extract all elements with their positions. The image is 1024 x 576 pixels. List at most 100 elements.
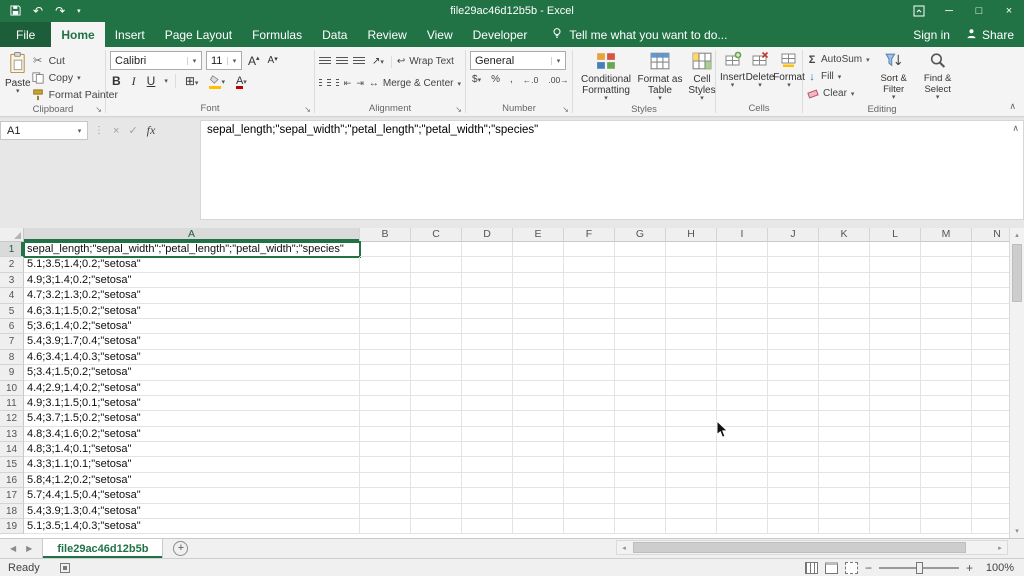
cell-A17[interactable]: 5.7;4.4;1.5;0.4;"setosa" [24, 488, 360, 503]
cell-K17[interactable] [819, 488, 870, 503]
middle-align-icon[interactable] [336, 57, 348, 66]
cell-C13[interactable] [411, 427, 462, 442]
insert-function-button[interactable]: fx [147, 123, 156, 138]
number-format-select[interactable]: General ▾ [470, 51, 566, 70]
cell-B12[interactable] [360, 411, 411, 426]
cell-M10[interactable] [921, 381, 972, 396]
bold-button[interactable]: B [110, 74, 123, 88]
wrap-text-button[interactable]: ↩Wrap Text [397, 53, 454, 70]
cell-F14[interactable] [564, 442, 615, 457]
cell-G13[interactable] [615, 427, 666, 442]
tab-review[interactable]: Review [357, 22, 416, 47]
cell-D14[interactable] [462, 442, 513, 457]
cell-M3[interactable] [921, 273, 972, 288]
cell-N13[interactable] [972, 427, 1009, 442]
cell-I13[interactable] [717, 427, 768, 442]
cell-F2[interactable] [564, 257, 615, 272]
cell-A2[interactable]: 5.1;3.5;1.4;0.2;"setosa" [24, 257, 360, 272]
save-icon[interactable] [10, 5, 21, 18]
cell-K3[interactable] [819, 273, 870, 288]
cell-I6[interactable] [717, 319, 768, 334]
cell-A18[interactable]: 5.4;3.9;1.3;0.4;"setosa" [24, 504, 360, 519]
cell-F9[interactable] [564, 365, 615, 380]
page-layout-view-icon[interactable] [825, 562, 838, 574]
cell-D4[interactable] [462, 288, 513, 303]
fill-button[interactable]: ↓ Fill ▾ [807, 68, 870, 85]
cell-E10[interactable] [513, 381, 564, 396]
undo-icon[interactable]: ↶ [33, 5, 43, 17]
cell-I14[interactable] [717, 442, 768, 457]
column-header-K[interactable]: K [819, 228, 870, 242]
cell-M7[interactable] [921, 334, 972, 349]
cell-G16[interactable] [615, 473, 666, 488]
sign-in-link[interactable]: Sign in [913, 28, 950, 42]
cell-J8[interactable] [768, 350, 819, 365]
row-header-1[interactable]: 1 [0, 242, 24, 257]
cell-D7[interactable] [462, 334, 513, 349]
formula-input[interactable]: sepal_length;"sepal_width";"petal_length… [200, 120, 1024, 220]
cell-C2[interactable] [411, 257, 462, 272]
cell-L15[interactable] [870, 457, 921, 472]
cell-K4[interactable] [819, 288, 870, 303]
cell-M6[interactable] [921, 319, 972, 334]
cell-M1[interactable] [921, 242, 972, 257]
column-header-F[interactable]: F [564, 228, 615, 242]
enter-icon[interactable]: ✓ [128, 124, 137, 137]
cell-L11[interactable] [870, 396, 921, 411]
cell-H11[interactable] [666, 396, 717, 411]
scroll-down-icon[interactable]: ▾ [1010, 524, 1024, 538]
tell-me-box[interactable]: Tell me what you want to do... [551, 22, 727, 47]
column-header-M[interactable]: M [921, 228, 972, 242]
row-header-7[interactable]: 7 [0, 334, 24, 349]
cell-J19[interactable] [768, 519, 819, 534]
cell-J14[interactable] [768, 442, 819, 457]
zoom-slider[interactable] [879, 567, 959, 569]
cell-H19[interactable] [666, 519, 717, 534]
cell-D16[interactable] [462, 473, 513, 488]
tab-developer[interactable]: Developer [463, 22, 538, 47]
cell-I15[interactable] [717, 457, 768, 472]
cut-button[interactable]: ✂ Cut [31, 52, 118, 69]
cell-M2[interactable] [921, 257, 972, 272]
cell-N7[interactable] [972, 334, 1009, 349]
cell-H15[interactable] [666, 457, 717, 472]
cell-L4[interactable] [870, 288, 921, 303]
cell-F4[interactable] [564, 288, 615, 303]
cell-N2[interactable] [972, 257, 1009, 272]
cell-H17[interactable] [666, 488, 717, 503]
conditional-formatting-button[interactable]: Conditional Formatting ▾ [577, 49, 635, 102]
cell-D3[interactable] [462, 273, 513, 288]
cell-C3[interactable] [411, 273, 462, 288]
cell-N19[interactable] [972, 519, 1009, 534]
cell-H18[interactable] [666, 504, 717, 519]
zoom-level[interactable]: 100% [980, 562, 1014, 574]
cell-N9[interactable] [972, 365, 1009, 380]
vertical-scrollbar[interactable]: ▴ ▾ [1009, 228, 1024, 538]
cell-B7[interactable] [360, 334, 411, 349]
collapse-formula-bar-icon[interactable]: ∧ [1012, 123, 1019, 134]
cell-J2[interactable] [768, 257, 819, 272]
cell-H3[interactable] [666, 273, 717, 288]
cell-M12[interactable] [921, 411, 972, 426]
cell-M17[interactable] [921, 488, 972, 503]
record-macro-icon[interactable] [60, 563, 70, 573]
cell-E1[interactable] [513, 242, 564, 257]
cell-I16[interactable] [717, 473, 768, 488]
cell-N8[interactable] [972, 350, 1009, 365]
font-dialog-launcher-icon[interactable]: ↘ [304, 106, 311, 114]
copy-button[interactable]: Copy ▾ [31, 69, 118, 86]
cell-H14[interactable] [666, 442, 717, 457]
cell-L18[interactable] [870, 504, 921, 519]
cell-M5[interactable] [921, 304, 972, 319]
tab-insert[interactable]: Insert [105, 22, 155, 47]
row-header-17[interactable]: 17 [0, 488, 24, 503]
cell-F16[interactable] [564, 473, 615, 488]
cell-N11[interactable] [972, 396, 1009, 411]
cell-L1[interactable] [870, 242, 921, 257]
cell-J18[interactable] [768, 504, 819, 519]
cell-E15[interactable] [513, 457, 564, 472]
merge-center-button[interactable]: ↔Merge & Center▾ [369, 75, 461, 92]
cell-E18[interactable] [513, 504, 564, 519]
cell-A7[interactable]: 5.4;3.9;1.7;0.4;"setosa" [24, 334, 360, 349]
cell-L2[interactable] [870, 257, 921, 272]
